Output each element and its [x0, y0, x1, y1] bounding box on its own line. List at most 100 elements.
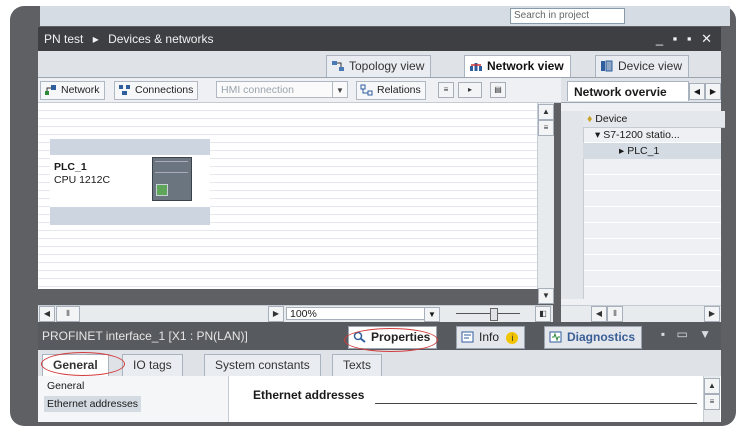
- column-header-device[interactable]: ♦ Device: [583, 111, 725, 128]
- nav-item-ethernet-addresses[interactable]: Ethernet addresses: [44, 396, 142, 412]
- chevron-down-icon[interactable]: ▼: [332, 82, 347, 97]
- scroll-right-icon[interactable]: ▶: [268, 306, 284, 322]
- search-input[interactable]: Search in project: [510, 8, 625, 24]
- scroll-thumb[interactable]: ⦀: [607, 306, 623, 322]
- zoom-slider-track[interactable]: [456, 313, 520, 314]
- network-overview-panel: Network overvie ◀ ▶ ♦ Device ▾ S7-1200 s…: [561, 78, 725, 322]
- tab-scroll-left-icon[interactable]: ◀: [689, 83, 705, 100]
- scroll-left-icon[interactable]: ◀: [591, 306, 607, 322]
- scroll-up-icon[interactable]: ▲: [538, 104, 554, 120]
- table-row[interactable]: ▸ PLC_1: [583, 143, 721, 159]
- tab-io-tags[interactable]: IO tags: [122, 354, 183, 376]
- profinet-port-icon[interactable]: [156, 184, 168, 196]
- network-icon: [470, 63, 482, 71]
- window-controls[interactable]: _ ▪ ▪ ✕: [656, 27, 715, 51]
- inspector-window-controls[interactable]: ▪ ▭ ▼: [661, 327, 715, 341]
- main-toolbar-strip: Search in project: [40, 6, 730, 26]
- network-toolbar: Network Connections HMI connection ▼ Rel…: [38, 78, 561, 103]
- tab-label: Device view: [618, 59, 683, 73]
- expand-right-icon[interactable]: ▸: [619, 145, 624, 157]
- info-icon: [461, 331, 474, 343]
- tab-label: Info: [479, 330, 500, 344]
- inspector-bar: PROFINET interface_1 [X1 : PN(LAN)] Prop…: [38, 322, 721, 350]
- overview-tab-bar: Network overvie ◀ ▶: [561, 78, 721, 103]
- overview-table: ♦ Device ▾ S7-1200 statio... ▸ PLC_1: [561, 111, 725, 299]
- connections-button-label: Connections: [135, 84, 194, 96]
- relations-icon: [360, 84, 373, 96]
- connection-type-value: HMI connection: [221, 84, 294, 96]
- fit-view-icon[interactable]: ◧: [535, 306, 551, 322]
- tab-info[interactable]: Info i: [456, 326, 526, 349]
- tab-general[interactable]: General: [42, 354, 109, 376]
- inspector-content: Ethernet addresses ▲ ≡: [229, 376, 721, 422]
- section-title: Ethernet addresses: [253, 388, 365, 402]
- tab-label: Network view: [487, 59, 564, 73]
- tab-texts[interactable]: Texts: [332, 354, 383, 376]
- row-label: PLC_1: [627, 145, 660, 157]
- relations-button-label: Relations: [377, 84, 421, 96]
- scroll-down-icon[interactable]: ▼: [538, 288, 554, 304]
- section-divider: [375, 403, 697, 404]
- info-badge-icon: i: [506, 332, 519, 344]
- tab-network-overview[interactable]: Network overvie: [567, 81, 689, 101]
- topology-icon: [332, 61, 344, 71]
- canvas-vertical-scrollbar[interactable]: ▲ ≡ ▼: [537, 103, 554, 304]
- device-type: CPU 1212C: [54, 174, 111, 186]
- plc-device[interactable]: PLC_1 CPU 1212C: [50, 139, 210, 225]
- breadcrumb-separator: ▸: [92, 32, 99, 46]
- breadcrumb: PN test ▸ Devices & networks: [44, 27, 219, 51]
- module-groove: [155, 172, 188, 173]
- canvas-status-bar: ◀ ⦀ ▶ 100% ▼ ◧: [38, 305, 553, 322]
- tab-scroll-right-icon[interactable]: ▶: [705, 83, 721, 100]
- table-row[interactable]: ▾ S7-1200 statio...: [595, 127, 680, 143]
- network-tools-icon[interactable]: ▸: [458, 82, 482, 98]
- tab-label: Properties: [371, 330, 431, 344]
- tab-topology-view[interactable]: Topology view: [326, 55, 432, 77]
- scroll-up-icon[interactable]: ▲: [704, 378, 720, 394]
- scroll-thumb[interactable]: ⦀: [56, 306, 80, 322]
- connections-icon: [119, 85, 130, 95]
- inspector-navigation: General Ethernet addresses: [38, 376, 229, 422]
- tab-network-view[interactable]: Network view: [464, 55, 571, 77]
- view-tabs: Topology view Network view Device view: [38, 51, 721, 78]
- inspector-sub-tabs: General IO tags System constants Texts: [38, 350, 721, 377]
- overview-scrollbar[interactable]: ◀ ⦀ ▶: [561, 305, 721, 322]
- table-icon[interactable]: ▤: [490, 82, 506, 98]
- tab-diagnostics[interactable]: Diagnostics: [544, 326, 643, 349]
- column-header-label: Device: [595, 113, 628, 125]
- module-groove: [155, 161, 188, 162]
- tab-system-constants[interactable]: System constants: [204, 354, 321, 376]
- expand-down-icon[interactable]: ▾: [595, 129, 600, 141]
- breadcrumb-project[interactable]: PN test: [44, 32, 83, 46]
- address-overview-icon[interactable]: ≡: [438, 82, 454, 98]
- breadcrumb-section[interactable]: Devices & networks: [108, 32, 213, 46]
- zoom-slider-handle[interactable]: [490, 308, 498, 321]
- connection-type-select[interactable]: HMI connection ▼: [216, 81, 348, 98]
- network-mode-icon: [45, 85, 56, 95]
- content-scrollbar[interactable]: ▲ ≡: [703, 376, 720, 422]
- collapse-icon[interactable]: ≡: [538, 120, 554, 136]
- relations-button[interactable]: Relations: [356, 81, 426, 100]
- tab-device-view[interactable]: Device view: [595, 55, 690, 77]
- device-icon: [601, 60, 613, 72]
- properties-icon: [353, 331, 366, 343]
- device-column-icon: ♦: [587, 113, 593, 125]
- scroll-thumb[interactable]: ≡: [704, 394, 720, 410]
- network-button-label: Network: [61, 84, 100, 96]
- tab-label: Topology view: [349, 59, 425, 73]
- row-header-column: [561, 111, 584, 299]
- row-label: S7-1200 statio...: [603, 129, 680, 141]
- scroll-left-icon[interactable]: ◀: [39, 306, 55, 322]
- nav-item-general[interactable]: General: [44, 378, 87, 394]
- device-name: PLC_1: [54, 161, 87, 173]
- connections-button[interactable]: Connections: [114, 81, 199, 100]
- scroll-right-icon[interactable]: ▶: [704, 306, 720, 322]
- editor-title-bar: PN test ▸ Devices & networks _ ▪ ▪ ✕: [38, 27, 721, 51]
- tab-properties[interactable]: Properties: [348, 326, 438, 349]
- tab-label: Diagnostics: [567, 330, 636, 344]
- inspector-title: PROFINET interface_1 [X1 : PN(LAN)]: [42, 329, 248, 343]
- network-button[interactable]: Network: [40, 81, 105, 100]
- diagnostics-icon: [549, 331, 562, 343]
- zoom-input[interactable]: 100%: [286, 307, 426, 320]
- zoom-dropdown-icon[interactable]: ▼: [424, 307, 440, 322]
